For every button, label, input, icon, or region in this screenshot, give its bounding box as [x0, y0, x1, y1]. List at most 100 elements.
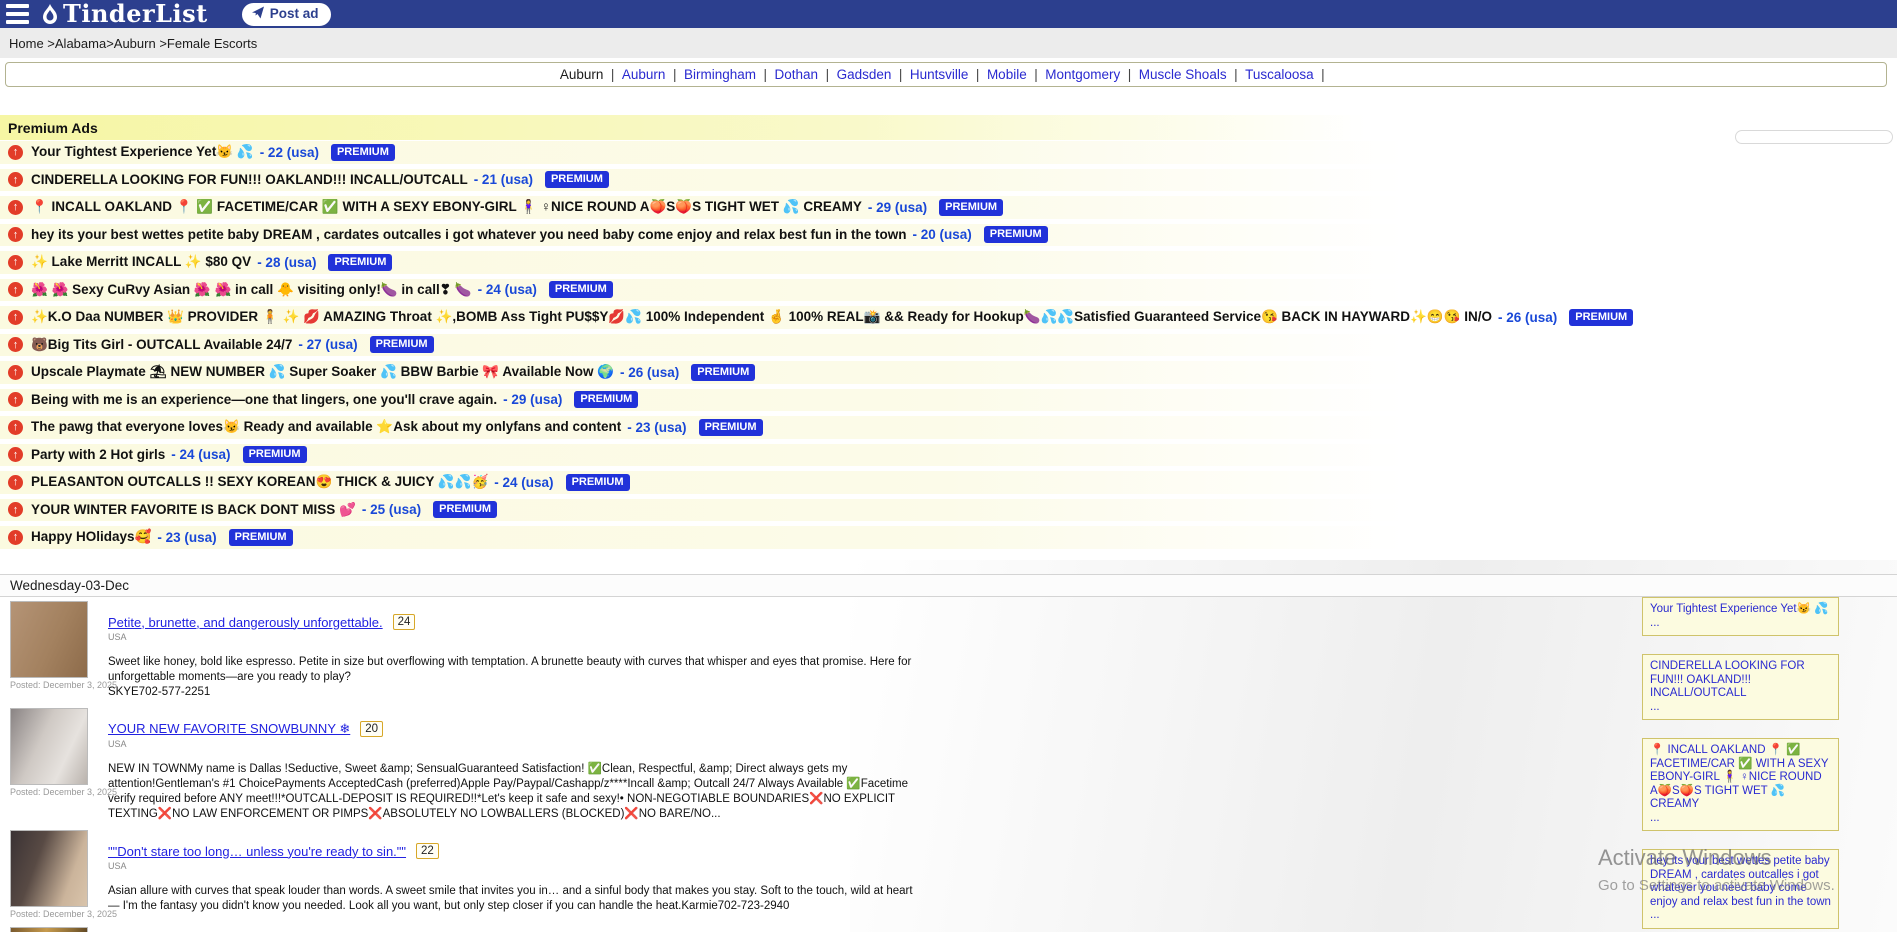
- listing-title-link[interactable]: Petite, brunette, and dangerously unforg…: [108, 615, 383, 630]
- premium-ad-row: ↑ 🐻Big Tits Girl - OUTCALL Available 24/…: [0, 334, 1897, 357]
- listing-title-link[interactable]: YOUR NEW FAVORITE SNOWBUNNY ❄: [108, 721, 350, 737]
- city-current: Auburn: [560, 67, 622, 82]
- bump-up-icon[interactable]: ↑: [8, 502, 23, 517]
- city-link-auburn[interactable]: Auburn: [622, 67, 684, 82]
- bump-up-icon[interactable]: ↑: [8, 447, 23, 462]
- premium-ad-title[interactable]: hey its your best wettes petite baby DRE…: [31, 227, 906, 242]
- premium-ad-title[interactable]: 🐻Big Tits Girl - OUTCALL Available 24/7: [31, 337, 292, 353]
- premium-ad-age: - 23 (usa): [627, 420, 686, 435]
- bump-up-icon[interactable]: ↑: [8, 530, 23, 545]
- premium-ad-title[interactable]: Party with 2 Hot girls: [31, 447, 165, 462]
- list-item: A lady for all occasions 38 USA: [10, 927, 930, 932]
- bump-up-icon[interactable]: ↑: [8, 475, 23, 490]
- premium-ad-row: ↑ ✨K.O Daa NUMBER 👑 PROVIDER 🧍 ✨ 💋 AMAZI…: [0, 306, 1897, 329]
- premium-badge[interactable]: PREMIUM: [328, 254, 392, 271]
- listing-thumbnail[interactable]: [10, 927, 88, 932]
- bump-up-icon[interactable]: ↑: [8, 255, 23, 270]
- city-link-tuscaloosa[interactable]: Tuscaloosa: [1245, 67, 1332, 82]
- premium-ad-age: - 29 (usa): [503, 392, 562, 407]
- premium-ad-age: - 28 (usa): [257, 255, 316, 270]
- premium-ad-title[interactable]: The pawg that everyone loves😼 Ready and …: [31, 419, 621, 435]
- date-header: Wednesday-03-Dec: [0, 574, 1897, 597]
- bump-up-icon[interactable]: ↑: [8, 310, 23, 325]
- sidebar-ad-box[interactable]: Your Tightest Experience Yet😼 💦 ...: [1642, 597, 1839, 636]
- city-link-gadsden[interactable]: Gadsden: [837, 67, 910, 82]
- city-nav: Auburn Auburn Birmingham Dothan Gadsden …: [5, 62, 1887, 87]
- city-link-muscle-shoals[interactable]: Muscle Shoals: [1139, 67, 1245, 82]
- breadcrumb[interactable]: Home >Alabama>Auburn >Female Escorts: [9, 36, 257, 51]
- sidebar-ad-box[interactable]: hey its your best wettes petite baby DRE…: [1642, 849, 1839, 929]
- premium-ad-age: - 26 (usa): [620, 365, 679, 380]
- premium-ad-title[interactable]: Upscale Playmate ⛱ NEW NUMBER 💦 Super So…: [31, 364, 614, 380]
- premium-badge[interactable]: PREMIUM: [984, 226, 1048, 243]
- premium-badge[interactable]: PREMIUM: [939, 199, 1003, 216]
- listing-title-link[interactable]: ""Don't stare too long… unless you're re…: [108, 844, 406, 859]
- premium-ad-row: ↑ Upscale Playmate ⛱ NEW NUMBER 💦 Super …: [0, 361, 1897, 384]
- premium-badge[interactable]: PREMIUM: [566, 474, 630, 491]
- premium-ad-row: ↑ Happy HOlidays🥰 - 23 (usa) PREMIUM: [0, 526, 1897, 549]
- bump-up-icon[interactable]: ↑: [8, 172, 23, 187]
- listing-thumbnail[interactable]: [10, 830, 88, 907]
- menu-icon[interactable]: [6, 4, 29, 24]
- premium-ad-age: - 24 (usa): [494, 475, 553, 490]
- premium-ad-title[interactable]: ✨ Lake Merritt INCALL ✨ $80 QV: [31, 254, 251, 270]
- sidebar-premium-column: Your Tightest Experience Yet😼 💦 ... CIND…: [1642, 597, 1839, 932]
- premium-badge[interactable]: PREMIUM: [243, 446, 307, 463]
- premium-ad-age: - 29 (usa): [868, 200, 927, 215]
- empty-ad-box: [1735, 130, 1893, 144]
- bump-up-icon[interactable]: ↑: [8, 227, 23, 242]
- premium-ad-title[interactable]: Being with me is an experience—one that …: [31, 392, 497, 407]
- post-ad-button[interactable]: Post ad: [242, 3, 332, 26]
- bump-up-icon[interactable]: ↑: [8, 337, 23, 352]
- bump-up-icon[interactable]: ↑: [8, 282, 23, 297]
- bump-up-icon[interactable]: ↑: [8, 365, 23, 380]
- premium-badge[interactable]: PREMIUM: [691, 364, 755, 381]
- listing-thumbnail[interactable]: [10, 601, 88, 678]
- city-link-mobile[interactable]: Mobile: [987, 67, 1045, 82]
- sidebar-ad-text: Your Tightest Experience Yet😼 💦: [1650, 603, 1828, 615]
- premium-ad-title[interactable]: CINDERELLA LOOKING FOR FUN!!! OAKLAND!!!…: [31, 172, 468, 187]
- premium-badge[interactable]: PREMIUM: [545, 171, 609, 188]
- sidebar-ad-box[interactable]: 📍 INCALL OAKLAND 📍 ✅ FACETIME/CAR ✅ WITH…: [1642, 738, 1839, 831]
- premium-badge[interactable]: PREMIUM: [331, 144, 395, 161]
- bump-up-icon[interactable]: ↑: [8, 145, 23, 160]
- city-link-birmingham[interactable]: Birmingham: [684, 67, 775, 82]
- premium-ad-row: ↑ hey its your best wettes petite baby D…: [0, 224, 1897, 247]
- posted-date: Posted: December 3, 2025: [10, 909, 88, 919]
- premium-ad-title[interactable]: 🌺 🌺 Sexy CuRvy Asian 🌺 🌺 in call 🐥 visit…: [31, 282, 472, 298]
- premium-ad-row: ↑ Your Tightest Experience Yet😼 💦 - 22 (…: [0, 141, 1897, 164]
- bump-up-icon[interactable]: ↑: [8, 200, 23, 215]
- premium-badge[interactable]: PREMIUM: [433, 501, 497, 518]
- sidebar-ad-more: ...: [1650, 617, 1831, 631]
- premium-section: Premium Ads ↑ Your Tightest Experience Y…: [0, 115, 1897, 554]
- post-ad-label: Post ad: [270, 6, 319, 21]
- listing-location: USA: [108, 861, 920, 871]
- premium-ad-title[interactable]: Your Tightest Experience Yet😼 💦: [31, 144, 254, 160]
- premium-ad-title[interactable]: ✨K.O Daa NUMBER 👑 PROVIDER 🧍 ✨ 💋 AMAZING…: [31, 309, 1492, 325]
- premium-badge[interactable]: PREMIUM: [229, 529, 293, 546]
- premium-badge[interactable]: PREMIUM: [1569, 309, 1633, 326]
- premium-badge[interactable]: PREMIUM: [699, 419, 763, 436]
- city-link-dothan[interactable]: Dothan: [775, 67, 837, 82]
- premium-badge[interactable]: PREMIUM: [549, 281, 613, 298]
- premium-ad-age: - 20 (usa): [912, 227, 971, 242]
- brand-logo[interactable]: TinderList: [39, 1, 208, 27]
- city-link-montgomery[interactable]: Montgomery: [1045, 67, 1139, 82]
- premium-ad-title[interactable]: PLEASANTON OUTCALLS !! SEXY KOREAN😍 THIC…: [31, 474, 488, 490]
- age-badge: 24: [393, 614, 416, 630]
- premium-ad-row: ↑ YOUR WINTER FAVORITE IS BACK DONT MISS…: [0, 499, 1897, 522]
- premium-ad-row: ↑ PLEASANTON OUTCALLS !! SEXY KOREAN😍 TH…: [0, 471, 1897, 494]
- city-link-huntsville[interactable]: Huntsville: [910, 67, 987, 82]
- bump-up-icon[interactable]: ↑: [8, 420, 23, 435]
- premium-ad-age: - 23 (usa): [157, 530, 216, 545]
- sidebar-ad-box[interactable]: CINDERELLA LOOKING FOR FUN!!! OAKLAND!!!…: [1642, 654, 1839, 720]
- bump-up-icon[interactable]: ↑: [8, 392, 23, 407]
- listing-thumbnail[interactable]: [10, 708, 88, 785]
- sidebar-ad-more: ...: [1650, 701, 1831, 715]
- premium-ad-age: - 24 (usa): [478, 282, 537, 297]
- premium-ad-title[interactable]: YOUR WINTER FAVORITE IS BACK DONT MISS 💕: [31, 502, 356, 518]
- premium-badge[interactable]: PREMIUM: [370, 336, 434, 353]
- premium-ad-title[interactable]: Happy HOlidays🥰: [31, 529, 151, 545]
- premium-badge[interactable]: PREMIUM: [574, 391, 638, 408]
- premium-ad-title[interactable]: 📍 INCALL OAKLAND 📍 ✅ FACETIME/CAR ✅ WITH…: [31, 199, 862, 215]
